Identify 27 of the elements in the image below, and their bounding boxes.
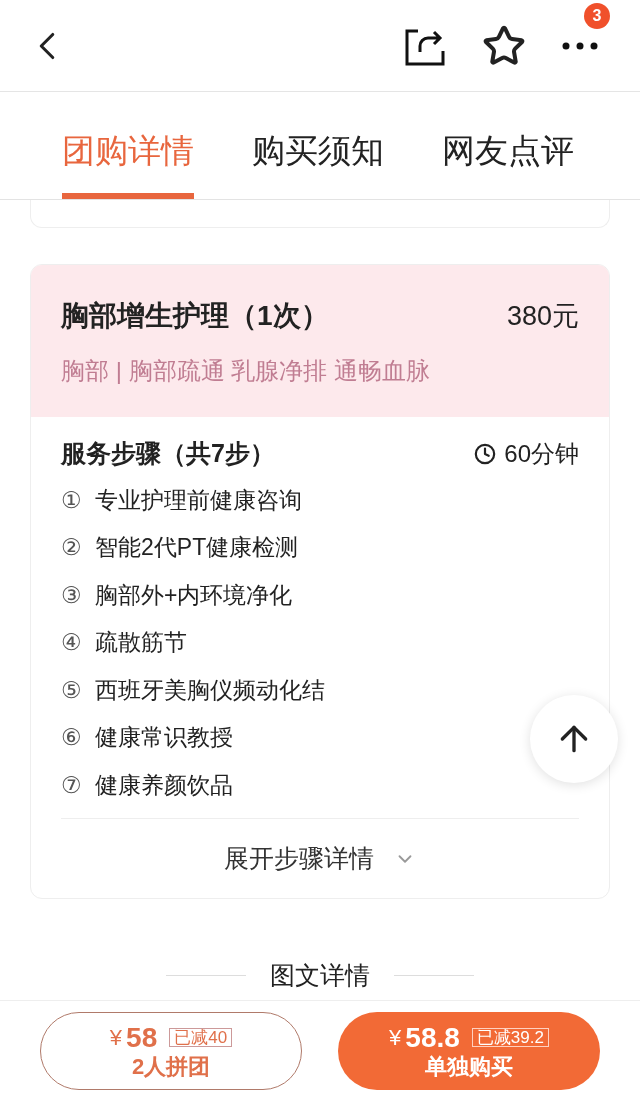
section-heading: 图文详情 xyxy=(270,959,370,991)
steps-title: 服务步骤（共7步） xyxy=(61,438,275,469)
service-title: 胸部增生护理（1次） xyxy=(61,299,329,333)
tab[interactable]: 网友点评 xyxy=(442,134,574,199)
step-text: 健康常识教授 xyxy=(95,723,233,752)
clock-icon xyxy=(474,442,497,465)
step-text: 健康养颜饮品 xyxy=(95,770,233,800)
step-number: ⑤ xyxy=(61,675,83,705)
step-number: ③ xyxy=(61,580,83,610)
step-number: ⑥ xyxy=(61,723,83,752)
duration: 60分钟 xyxy=(504,438,579,469)
service-tags: 胸部 | 胸部疏通 乳腺净排 通畅血脉 xyxy=(61,353,579,389)
expand-steps-button[interactable]: 展开步骤详情 xyxy=(224,839,416,878)
tab[interactable]: 购买须知 xyxy=(252,134,384,199)
step-number: ⑦ xyxy=(61,770,83,800)
step-text: 智能2代PT健康检测 xyxy=(95,533,299,562)
step-number: ① xyxy=(61,485,83,515)
step-text: 专业护理前健康咨询 xyxy=(95,485,302,515)
star-icon[interactable] xyxy=(482,23,526,68)
service-price: 380元 xyxy=(506,299,579,333)
step-text: 西班牙美胸仪频动化结 xyxy=(95,675,325,705)
step-number: ② xyxy=(61,533,83,562)
notification-badge: 3 xyxy=(584,2,610,29)
more-icon[interactable] xyxy=(562,41,598,50)
step-text: 胸部外+内环境净化 xyxy=(95,580,293,610)
step-text: 疏散筋节 xyxy=(95,628,187,657)
step-number: ④ xyxy=(61,628,83,657)
